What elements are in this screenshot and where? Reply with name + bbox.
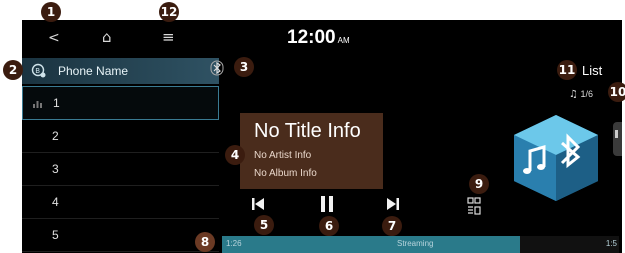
track-number: 4 [52, 195, 59, 209]
side-tab[interactable] [613, 122, 622, 156]
clock-time: 12:00 [287, 27, 336, 48]
progress-bar[interactable]: 1:26 Streaming 1:5 [222, 236, 619, 253]
next-button[interactable] [386, 196, 400, 216]
clock-ampm: AM [337, 36, 350, 45]
callout-11: 11 [557, 60, 577, 80]
previous-button[interactable] [251, 196, 265, 216]
music-note-icon: ♫ [569, 89, 578, 100]
callout-5: 5 [254, 215, 274, 235]
bluetooth-icon[interactable] [210, 60, 224, 81]
track-counter: ♫ 1/6 [569, 89, 593, 100]
sound-settings-icon[interactable] [467, 197, 481, 220]
clock: 12:00 AM [287, 27, 350, 49]
track-artist: No Artist Info [254, 150, 312, 161]
track-counter-text: 1/6 [580, 89, 593, 99]
callout-8: 8 [195, 232, 215, 252]
svg-text:B: B [35, 67, 40, 75]
track-number: 2 [52, 129, 59, 143]
total-time: 1:5 [605, 239, 617, 248]
track-album: No Album Info [254, 168, 317, 179]
track-number: 1 [53, 96, 60, 110]
home-icon[interactable]: ⌂ [102, 28, 112, 46]
now-playing-icon [33, 97, 45, 111]
callout-7: 7 [382, 216, 402, 236]
track-row[interactable]: 1 [22, 86, 219, 120]
album-art [506, 113, 606, 203]
track-list-sidebar: B Phone Name 1 2 3 4 5 [22, 58, 219, 253]
callout-12: 12 [159, 2, 179, 22]
streaming-status: Streaming [397, 239, 434, 248]
track-row[interactable]: 5 [22, 219, 219, 252]
device-header[interactable]: B Phone Name [22, 58, 219, 84]
callout-1: 1 [41, 2, 61, 22]
track-row[interactable]: 3 [22, 153, 219, 186]
back-button[interactable]: < [48, 30, 60, 46]
pause-button[interactable] [320, 195, 334, 217]
track-row[interactable]: 2 [22, 120, 219, 153]
track-title: No Title Info [254, 120, 361, 142]
chevron-left-icon [615, 130, 618, 138]
callout-3: 3 [234, 57, 254, 77]
list-button[interactable]: List [582, 63, 602, 78]
callout-10: 10 [608, 82, 625, 102]
callout-4: 4 [225, 145, 245, 165]
menu-icon[interactable]: ≡ [162, 28, 175, 46]
elapsed-time: 1:26 [226, 239, 242, 248]
phone-settings-icon: B [31, 63, 47, 79]
track-number: 3 [52, 162, 59, 176]
progress-fill [222, 236, 520, 253]
track-number: 5 [52, 228, 59, 242]
callout-9: 9 [469, 174, 489, 194]
callout-6: 6 [319, 216, 339, 236]
track-info-panel: No Title Info No Artist Info No Album In… [240, 113, 383, 189]
callout-2: 2 [3, 60, 23, 80]
device-name: Phone Name [58, 64, 129, 78]
track-row[interactable]: 4 [22, 186, 219, 219]
